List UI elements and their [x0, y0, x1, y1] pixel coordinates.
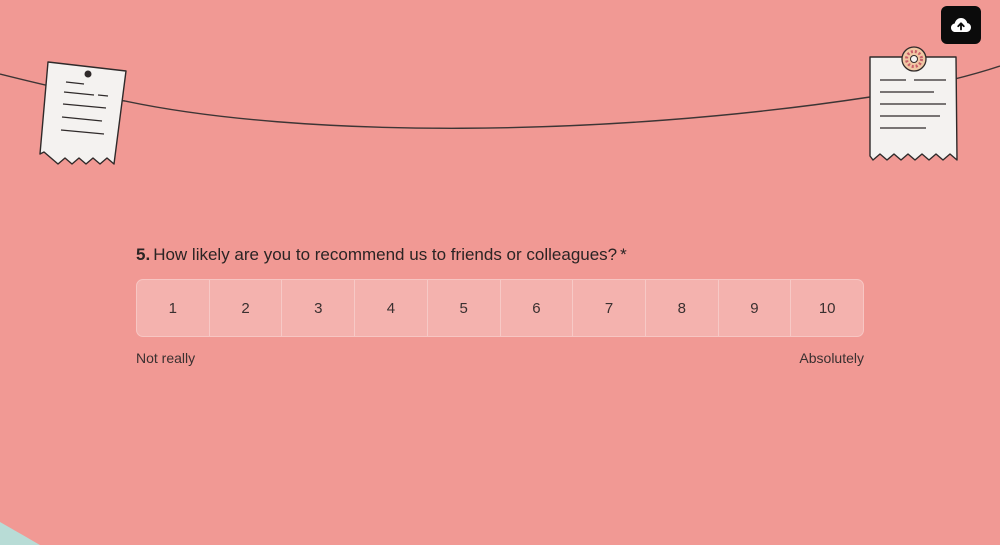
- corner-accent-shape: [0, 522, 40, 545]
- scale-option-2[interactable]: 2: [210, 280, 283, 336]
- string-line: [0, 65, 1000, 129]
- decorative-illustration: [0, 46, 1000, 545]
- scale-option-10[interactable]: 10: [791, 280, 863, 336]
- scale-option-9[interactable]: 9: [719, 280, 792, 336]
- scale-option-1[interactable]: 1: [137, 280, 210, 336]
- scale-option-7[interactable]: 7: [573, 280, 646, 336]
- scale-low-label: Not really: [136, 350, 196, 366]
- opinion-scale: 1 2 3 4 5 6 7 8 9 10: [136, 279, 864, 337]
- required-marker: *: [620, 245, 627, 264]
- scale-high-label: Absolutely: [799, 350, 864, 366]
- scale-option-4[interactable]: 4: [355, 280, 428, 336]
- scale-option-3[interactable]: 3: [282, 280, 356, 336]
- question-text: How likely are you to recommend us to fr…: [153, 245, 618, 264]
- scale-option-8[interactable]: 8: [646, 280, 719, 336]
- question-number: 5.: [136, 245, 151, 264]
- right-note-icon: [869, 46, 958, 161]
- cloud-upload-icon: [951, 18, 971, 32]
- left-note-icon: [39, 61, 127, 165]
- question-heading: 5. How likely are you to recommend us to …: [136, 244, 866, 266]
- scale-option-5[interactable]: 5: [428, 280, 501, 336]
- upload-button[interactable]: [941, 6, 981, 44]
- scale-option-6[interactable]: 6: [501, 280, 574, 336]
